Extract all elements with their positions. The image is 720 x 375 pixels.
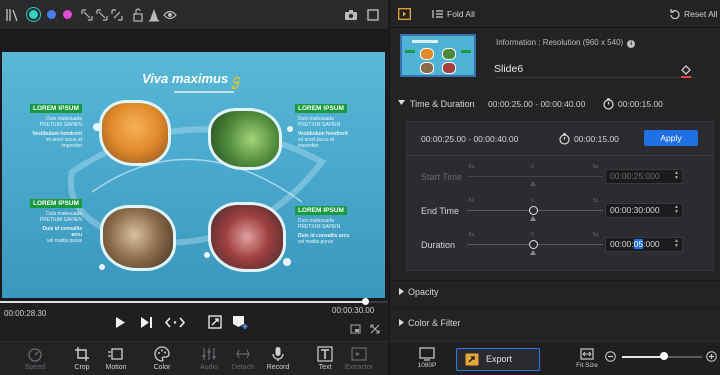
- zoom-out-icon[interactable]: [605, 351, 616, 362]
- video-preview[interactable]: Viva maximus ဌ LOREM IPSUM Duis malesuada…: [0, 31, 388, 301]
- panel-header: Fold All Reset All: [390, 0, 720, 28]
- select-all-icon[interactable]: [95, 8, 109, 22]
- slide-photo-friends: [208, 202, 286, 272]
- current-time: 00:00:28.30: [4, 309, 47, 318]
- slide-label: LOREM IPSUM: [295, 206, 347, 215]
- duration-selected-segment[interactable]: 05: [633, 239, 644, 249]
- start-time-input: 00:00:25:000 ▲ ▼: [605, 169, 683, 184]
- color-button[interactable]: Color: [142, 346, 182, 371]
- zoom-handle[interactable]: [660, 352, 669, 360]
- paint-bucket-icon[interactable]: [680, 64, 692, 78]
- extractor-button[interactable]: Extractor: [339, 346, 379, 371]
- slide-text: Duis malesuada PRETIUM SAPIEN Duis id conv…: [298, 218, 350, 245]
- end-time-handle[interactable]: [529, 206, 538, 215]
- inner-duration: 00:00:15.00: [574, 134, 619, 144]
- apply-button[interactable]: Apply: [644, 130, 698, 146]
- end-time: 00:00:30.00: [332, 306, 375, 315]
- slide-text: Duis malesuada PRETIUM SAPIEN Duis id conv…: [39, 211, 82, 244]
- reset-all-button[interactable]: Reset All: [684, 9, 718, 19]
- slide-text: Duis malesuada PRETIUM SAPIEN Vestibulum h…: [32, 116, 82, 149]
- info-icon[interactable]: i: [627, 40, 636, 48]
- color-dot-teal[interactable]: [29, 10, 38, 19]
- fold-all-icon[interactable]: [432, 9, 443, 19]
- fold-all-button[interactable]: Fold All: [447, 9, 475, 19]
- lock-icon[interactable]: [132, 8, 146, 22]
- play-icon[interactable]: [114, 316, 126, 329]
- end-time-label: End Time: [421, 206, 460, 216]
- reset-icon[interactable]: [670, 9, 680, 19]
- slide-label: LOREM IPSUM: [30, 104, 82, 113]
- next-frame-icon[interactable]: [140, 316, 154, 329]
- time-editor-box: 00:00:25.00 - 00:00:40.00 00:00:15.00 Ap…: [406, 121, 714, 271]
- motion-button[interactable]: Motion: [96, 346, 136, 371]
- deselect-icon[interactable]: [110, 8, 124, 22]
- duration-display: 00:00:15.00: [618, 99, 663, 109]
- properties-panel: Fold All Reset All Information : Resolut…: [389, 0, 720, 341]
- fullscreen-icon[interactable]: [366, 8, 380, 22]
- slide-title: Viva maximus ဌ: [142, 71, 240, 86]
- resolution-info: Information : Resolution (960 x 540) i: [496, 38, 636, 48]
- preview-toolbar: [0, 0, 388, 30]
- eye-icon[interactable]: [163, 8, 177, 22]
- edit-toolbar: Speed Crop Motion Color Audio Detach Rec…: [0, 341, 388, 375]
- duration-label: Duration: [421, 240, 456, 250]
- export-button[interactable]: Export: [456, 348, 540, 371]
- timeline-progress: [0, 301, 366, 303]
- start-time-slider: [467, 176, 603, 177]
- timeline-track[interactable]: [0, 301, 388, 303]
- select-icon[interactable]: [80, 8, 94, 22]
- clip-name-field[interactable]: Slide6: [494, 63, 694, 78]
- caret-right-icon: [399, 319, 405, 326]
- slide-photo-sunset: [99, 100, 171, 166]
- slide-photo-plant: [208, 108, 282, 170]
- zoom-in-icon[interactable]: [706, 351, 717, 362]
- end-time-input[interactable]: 00:00:30:000 ▲ ▼: [605, 203, 683, 218]
- camera-icon[interactable]: [344, 8, 358, 22]
- library-icon[interactable]: [6, 8, 20, 22]
- section-time-duration[interactable]: Time & Duration 00:00:25.00 - 00:00:40.0…: [390, 98, 720, 112]
- export-bar: 1080P Export Fit Size: [389, 341, 720, 375]
- inner-time-range: 00:00:25.00 - 00:00:40.00: [421, 134, 519, 144]
- pip-icon[interactable]: [350, 324, 361, 334]
- duration-input[interactable]: 00:00:05:000 ▲ ▼: [605, 237, 683, 252]
- section-color-filter[interactable]: Color & Filter: [390, 317, 720, 331]
- expand-icon[interactable]: [370, 324, 380, 334]
- time-range: 00:00:25.00 - 00:00:40.00: [488, 99, 586, 109]
- duration-handle[interactable]: [529, 240, 538, 249]
- slide-logo-icon: ဌ: [232, 71, 240, 86]
- slide-photo-family: [100, 205, 176, 271]
- resolution-button[interactable]: 1080P: [414, 347, 440, 369]
- slide-canvas[interactable]: Viva maximus ဌ LOREM IPSUM Duis malesuada…: [2, 52, 385, 298]
- caret-right-icon: [399, 288, 405, 295]
- start-time-label: Start Time: [421, 172, 463, 182]
- add-marker-icon[interactable]: [232, 315, 248, 330]
- panel-toggle-icon[interactable]: [398, 8, 411, 20]
- cone-icon[interactable]: [148, 8, 162, 22]
- speed-button[interactable]: Speed: [15, 346, 55, 371]
- clip-thumbnail: [400, 34, 476, 77]
- export-icon: [465, 353, 479, 366]
- timer-icon: [559, 133, 570, 145]
- section-opacity[interactable]: Opacity: [390, 286, 720, 300]
- fit-size-button[interactable]: Fit Size: [575, 348, 599, 369]
- playback-bar: 00:00:28.30 00:00:30.00: [0, 298, 388, 341]
- slide-text: Duis malesuada PRETIUM SAPIEN Vestibulum h…: [298, 116, 348, 149]
- split-icon[interactable]: [164, 316, 186, 329]
- timeline-handle[interactable]: [362, 298, 370, 305]
- color-dot-magenta[interactable]: [63, 10, 72, 19]
- detach-button[interactable]: Detach: [223, 346, 263, 371]
- slide-label: LOREM IPSUM: [30, 199, 82, 208]
- color-dot-blue[interactable]: [47, 10, 56, 19]
- timer-icon: [603, 98, 614, 110]
- caret-down-icon: [398, 100, 405, 106]
- slide-label: LOREM IPSUM: [295, 104, 347, 113]
- title-underline: [174, 91, 234, 93]
- crop-frame-icon[interactable]: [208, 315, 222, 329]
- record-button[interactable]: Record: [258, 346, 298, 371]
